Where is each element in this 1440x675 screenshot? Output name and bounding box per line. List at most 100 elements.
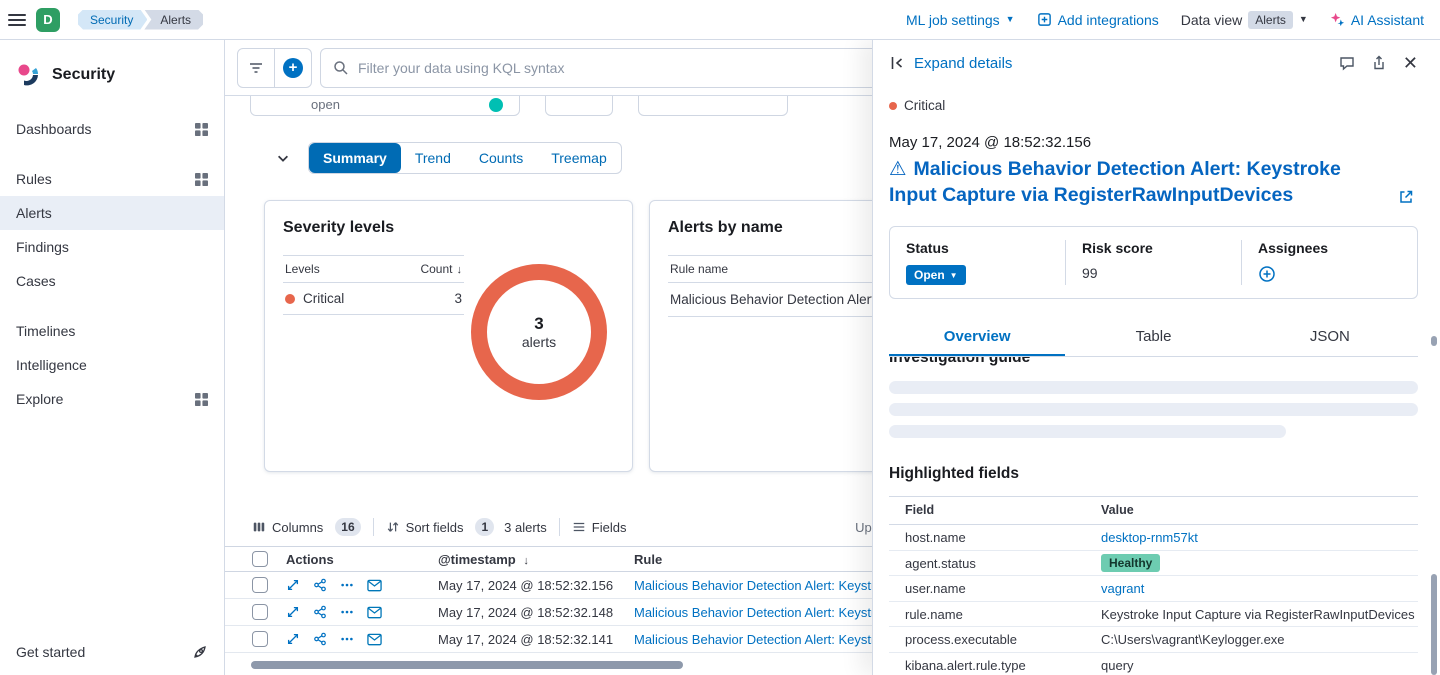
envelope-icon[interactable] [367, 606, 382, 619]
data-view-selector[interactable]: Data view Alerts ▼ [1181, 11, 1308, 29]
cutoff-control-2[interactable] [545, 96, 613, 116]
columns-icon [252, 520, 266, 534]
critical-dot-icon [889, 102, 897, 110]
field-name: kibana.alert.rule.type [905, 658, 1101, 673]
ml-job-settings-button[interactable]: ML job settings ▼ [906, 12, 1015, 28]
flyout-tab-bar: Overview Table JSON [889, 319, 1418, 357]
sort-fields-button[interactable]: Sort fields 1 [386, 518, 495, 536]
severity-indicator: Critical [889, 98, 1418, 113]
expand-details-link[interactable]: Expand details [914, 55, 1012, 72]
share-icon[interactable] [1371, 55, 1387, 71]
col-count[interactable]: Count↓ [420, 262, 462, 276]
data-view-value-badge: Alerts [1248, 11, 1293, 29]
sidebar-item-alerts[interactable]: Alerts [0, 196, 224, 230]
alert-timestamp: May 17, 2024 @ 18:52:32.156 [438, 578, 634, 593]
analyze-event-icon[interactable] [313, 632, 327, 646]
sidebar-item-intelligence[interactable]: Intelligence [0, 348, 224, 382]
nav-group-2: Rules Alerts Findings Cases [0, 162, 224, 298]
tab-counts[interactable]: Counts [465, 143, 537, 173]
risk-score-value: 99 [1082, 265, 1225, 281]
grid-icon [195, 123, 208, 136]
analyze-event-icon[interactable] [313, 578, 327, 592]
security-brand: Security [0, 54, 224, 112]
highlighted-fields-table: Field Value host.name desktop-rnm57kt ag… [889, 496, 1418, 675]
tab-summary[interactable]: Summary [309, 143, 401, 173]
tab-treemap[interactable]: Treemap [537, 143, 621, 173]
expand-alert-icon[interactable] [286, 578, 300, 592]
field-value: Keystroke Input Capture via RegisterRawI… [1101, 607, 1418, 622]
healthy-status-badge: Healthy [1101, 554, 1160, 572]
breadcrumb-security[interactable]: Security [78, 10, 147, 30]
sort-icon [386, 520, 400, 534]
ml-job-settings-label: ML job settings [906, 12, 1000, 28]
sidebar-item-timelines[interactable]: Timelines [0, 314, 224, 348]
envelope-icon[interactable] [367, 633, 382, 646]
security-sidebar: Security Dashboards Rules Alerts Finding… [0, 40, 225, 675]
external-link-icon[interactable] [1398, 189, 1414, 205]
sidebar-item-label: Alerts [16, 205, 52, 221]
col-timestamp[interactable]: @timestamp ↓ [438, 552, 634, 567]
sidebar-item-rules[interactable]: Rules [0, 162, 224, 196]
breadcrumb: Security Alerts [78, 10, 203, 30]
field-name: user.name [905, 581, 1101, 596]
close-icon[interactable]: ✕ [1403, 54, 1418, 72]
breadcrumb-alerts[interactable]: Alerts [144, 10, 203, 30]
columns-button[interactable]: Columns 16 [252, 518, 361, 536]
vertical-scrollbar-thumb[interactable] [1431, 574, 1437, 675]
field-row-user-name: user.name vagrant [889, 576, 1418, 602]
menu-icon[interactable] [8, 12, 26, 28]
select-all-checkbox[interactable] [252, 551, 268, 567]
horizontal-scrollbar-thumb[interactable] [251, 661, 683, 669]
sidebar-item-label: Findings [16, 239, 69, 255]
cutoff-control-3[interactable] [638, 96, 788, 116]
more-actions-icon[interactable] [340, 632, 354, 646]
risk-score-column: Risk score 99 [1065, 240, 1241, 285]
row-checkbox[interactable] [252, 604, 268, 620]
field-value-link[interactable]: vagrant [1101, 581, 1418, 596]
risk-score-label: Risk score [1082, 240, 1225, 256]
expand-alert-icon[interactable] [286, 605, 300, 619]
status-filter-value: open [311, 97, 340, 112]
chevron-down-icon[interactable] [272, 147, 294, 169]
vertical-scrollbar-thumb[interactable] [1431, 336, 1437, 346]
skeleton-loading-bar [889, 403, 1418, 416]
more-actions-icon[interactable] [340, 605, 354, 619]
field-name: host.name [905, 530, 1101, 545]
status-filter-control[interactable]: open [250, 96, 520, 116]
flyout-actions: ✕ [1339, 54, 1418, 72]
row-checkbox[interactable] [252, 577, 268, 593]
sidebar-item-findings[interactable]: Findings [0, 230, 224, 264]
nav-group-1: Dashboards [0, 112, 224, 146]
tab-trend[interactable]: Trend [401, 143, 465, 173]
analyze-event-icon[interactable] [313, 605, 327, 619]
col-field: Field [905, 503, 1101, 517]
status-label: Status [906, 240, 1049, 256]
collapse-panel-icon[interactable] [889, 55, 905, 71]
envelope-icon[interactable] [367, 579, 382, 592]
sidebar-item-dashboards[interactable]: Dashboards [0, 112, 224, 146]
more-actions-icon[interactable] [340, 578, 354, 592]
get-started-button[interactable]: Get started [0, 635, 224, 669]
assignees-label: Assignees [1258, 240, 1401, 256]
expand-alert-icon[interactable] [286, 632, 300, 646]
tab-table[interactable]: Table [1065, 319, 1241, 356]
add-integrations-button[interactable]: Add integrations [1037, 12, 1159, 28]
donut-value: 3 [522, 314, 556, 334]
ai-assistant-button[interactable]: AI Assistant [1330, 12, 1424, 28]
alert-title-text[interactable]: Malicious Behavior Detection Alert: Keys… [889, 158, 1341, 206]
add-assignee-icon[interactable] [1258, 265, 1401, 283]
columns-label: Columns [272, 520, 323, 535]
fields-button[interactable]: Fields [572, 520, 627, 535]
status-open-badge[interactable]: Open ▼ [906, 265, 966, 285]
row-checkbox[interactable] [252, 631, 268, 647]
sidebar-item-explore[interactable]: Explore [0, 382, 224, 416]
comment-icon[interactable] [1339, 55, 1355, 71]
add-filter-button[interactable]: + [275, 49, 311, 87]
filter-icon[interactable] [238, 49, 274, 87]
horizontal-scrollbar [251, 661, 897, 669]
sidebar-item-cases[interactable]: Cases [0, 264, 224, 298]
tab-overview[interactable]: Overview [889, 319, 1065, 356]
field-value-link[interactable]: desktop-rnm57kt [1101, 530, 1418, 545]
tab-json[interactable]: JSON [1242, 319, 1418, 356]
space-avatar[interactable]: D [36, 8, 60, 32]
